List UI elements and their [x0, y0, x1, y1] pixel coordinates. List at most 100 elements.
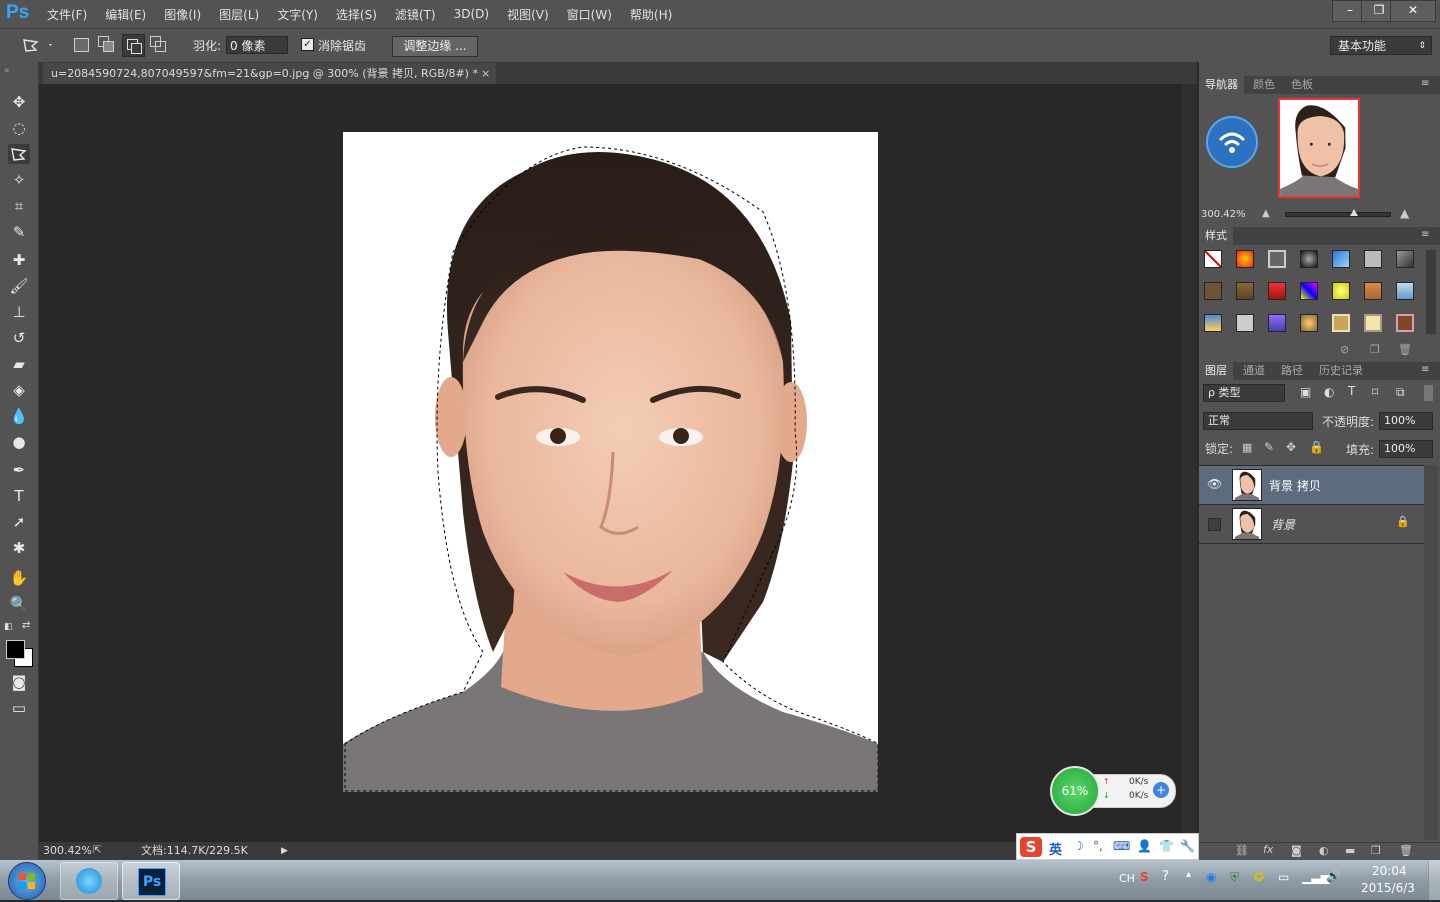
- style-swatch[interactable]: [1332, 282, 1350, 300]
- document-tab[interactable]: u=2084590724,807049597&fm=21&gp=0.jpg @ …: [43, 63, 496, 84]
- polygonal-lasso-preset-icon[interactable]: [20, 36, 54, 54]
- opacity-input[interactable]: 100%: [1379, 412, 1433, 430]
- style-swatch[interactable]: [1300, 282, 1318, 300]
- type-tool-icon[interactable]: T: [8, 486, 30, 506]
- antialias-checkbox[interactable]: ✓: [301, 38, 314, 51]
- style-swatch[interactable]: [1204, 314, 1222, 332]
- add-selection-icon[interactable]: [98, 36, 116, 52]
- close-window-button[interactable]: ✕: [1390, 0, 1436, 22]
- elliptical-marquee-icon[interactable]: ◌: [8, 118, 30, 138]
- navigator-preview[interactable]: [1278, 98, 1360, 198]
- punctuation-icon[interactable]: °,: [1093, 839, 1103, 853]
- start-button[interactable]: [8, 862, 46, 900]
- brush-tool-icon[interactable]: 🖌: [8, 276, 30, 296]
- panel-menu-icon[interactable]: ≡: [1421, 78, 1429, 89]
- lock-pixels-icon[interactable]: ✎: [1264, 440, 1274, 454]
- link-layers-icon[interactable]: ⛓: [1235, 844, 1249, 857]
- skin-icon[interactable]: 👕: [1159, 839, 1174, 853]
- layers-scrollbar[interactable]: [1424, 465, 1438, 840]
- new-layer-icon[interactable]: ❐: [1371, 844, 1381, 857]
- tray-wifi-icon[interactable]: ◉: [1206, 870, 1216, 884]
- taskbar-photoshop[interactable]: Ps: [122, 862, 180, 900]
- style-swatch[interactable]: [1268, 250, 1286, 268]
- menu-window[interactable]: 窗口(W): [558, 6, 621, 23]
- ime-mode-toggle[interactable]: 英: [1049, 839, 1062, 858]
- filter-pixel-icon[interactable]: ▣: [1300, 385, 1311, 399]
- adjustment-layer-icon[interactable]: ◐: [1319, 844, 1329, 857]
- status-menu-arrow-icon[interactable]: ▶: [281, 842, 288, 860]
- layer-row[interactable]: 👁 背景 拷贝: [1199, 465, 1424, 504]
- menu-type[interactable]: 文字(Y): [268, 6, 327, 23]
- user-icon[interactable]: 👤: [1137, 839, 1152, 853]
- collapse-icon[interactable]: »: [4, 66, 10, 76]
- paint-bucket-icon[interactable]: ◈: [8, 380, 30, 400]
- network-monitor-widget[interactable]: ↑ 0K/s ↓ 0K/s + 61%: [1050, 766, 1176, 816]
- show-desktop-button[interactable]: [1428, 860, 1440, 900]
- zoom-tool-icon[interactable]: 🔍: [8, 594, 30, 614]
- filter-shape-icon[interactable]: ⌑: [1372, 385, 1378, 399]
- export-icon[interactable]: ⇱: [93, 842, 101, 860]
- visibility-off-box[interactable]: [1208, 518, 1221, 531]
- tray-app-icon[interactable]: ✪: [1254, 870, 1264, 884]
- tray-help-icon[interactable]: ?: [1162, 869, 1169, 884]
- move-tool-icon[interactable]: ✥: [8, 92, 30, 112]
- navigator-zoom-slider[interactable]: [1285, 212, 1391, 217]
- style-swatch[interactable]: [1332, 250, 1350, 268]
- filter-adjustment-icon[interactable]: ◐: [1324, 385, 1334, 399]
- style-swatch[interactable]: [1300, 314, 1318, 332]
- style-swatch[interactable]: [1364, 282, 1382, 300]
- refine-edge-button[interactable]: 调整边缘 ...: [392, 36, 478, 57]
- layer-name[interactable]: 背景 拷贝: [1269, 477, 1321, 494]
- style-swatch[interactable]: [1236, 282, 1254, 300]
- menu-3d[interactable]: 3D(D): [445, 7, 498, 21]
- menu-image[interactable]: 图像(I): [155, 6, 210, 23]
- filter-toggle-switch[interactable]: [1424, 385, 1433, 401]
- style-swatch[interactable]: [1268, 314, 1286, 332]
- lock-position-icon[interactable]: ✥: [1286, 440, 1296, 454]
- style-swatch[interactable]: [1268, 282, 1286, 300]
- lock-transparent-icon[interactable]: ▦: [1242, 441, 1252, 454]
- style-swatch[interactable]: [1396, 282, 1414, 300]
- menu-view[interactable]: 视图(V): [498, 6, 558, 23]
- document-image[interactable]: [343, 132, 878, 792]
- style-swatch[interactable]: [1236, 250, 1254, 268]
- style-swatch[interactable]: [1396, 314, 1414, 332]
- keyboard-icon[interactable]: ⌨: [1113, 839, 1130, 853]
- tab-styles[interactable]: 样式: [1199, 227, 1233, 245]
- history-brush-icon[interactable]: ↺: [8, 328, 30, 348]
- custom-shape-icon[interactable]: ✱: [8, 538, 30, 558]
- blur-tool-icon[interactable]: 💧: [8, 406, 30, 426]
- clock-date[interactable]: 2015/6/3: [1361, 881, 1415, 895]
- layers-menu-icon[interactable]: ≡: [1421, 364, 1429, 375]
- tab-layers[interactable]: 图层: [1199, 362, 1233, 380]
- new-group-icon[interactable]: ▬: [1345, 844, 1355, 857]
- pen-tool-icon[interactable]: ✒: [8, 460, 30, 480]
- delete-layer-icon[interactable]: 🗑: [1399, 844, 1413, 857]
- tray-expand-icon[interactable]: ▴: [1186, 869, 1191, 880]
- tray-network-icon[interactable]: ▭: [1278, 870, 1289, 884]
- feather-input[interactable]: 0 像素: [226, 36, 288, 54]
- style-swatch[interactable]: [1236, 314, 1254, 332]
- crop-tool-icon[interactable]: ⌗: [8, 196, 30, 216]
- style-swatch[interactable]: [1396, 250, 1414, 268]
- taskbar-browser[interactable]: [60, 862, 118, 900]
- tab-navigator[interactable]: 导航器: [1199, 76, 1244, 94]
- vertical-scrollbar[interactable]: [1182, 84, 1197, 842]
- fill-input[interactable]: 100%: [1379, 440, 1433, 458]
- healing-brush-icon[interactable]: ✚: [8, 250, 30, 270]
- close-tab-icon[interactable]: ×: [481, 63, 490, 84]
- clear-style-icon[interactable]: ⊘: [1340, 343, 1349, 356]
- filter-smart-object-icon[interactable]: ⧉: [1396, 385, 1405, 400]
- menu-edit[interactable]: 编辑(E): [96, 6, 155, 23]
- eraser-icon[interactable]: ▰: [8, 354, 30, 374]
- language-indicator[interactable]: CH: [1119, 872, 1135, 885]
- screen-mode-icon[interactable]: ▭: [8, 698, 30, 718]
- layer-filter-select[interactable]: ρ 类型: [1203, 384, 1285, 402]
- tab-paths[interactable]: 路径: [1275, 362, 1309, 380]
- swap-colors-icon[interactable]: ⇄: [22, 620, 30, 631]
- new-style-icon[interactable]: ❐: [1370, 343, 1380, 356]
- path-selection-icon[interactable]: ➚: [8, 512, 30, 532]
- filter-type-icon[interactable]: T: [1348, 384, 1355, 398]
- new-selection-icon[interactable]: [74, 38, 89, 52]
- dodge-tool-icon[interactable]: ●: [8, 432, 30, 452]
